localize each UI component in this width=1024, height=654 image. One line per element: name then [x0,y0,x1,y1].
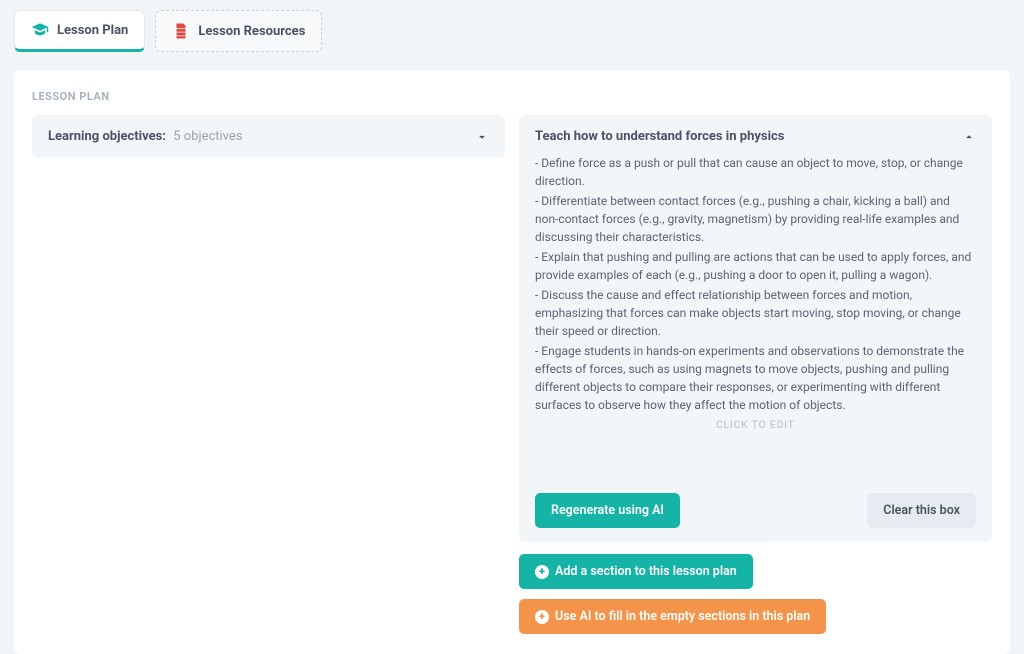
bullet-item: - Engage students in hands-on experiment… [535,342,976,414]
bullet-item: - Discuss the cause and effect relations… [535,286,976,340]
plus-circle-icon: + [535,610,549,624]
bullet-item: - Differentiate between contact forces (… [535,192,976,246]
learning-objectives-card: Learning objectives: 5 objectives [32,115,505,158]
add-section-button[interactable]: + Add a section to this lesson plan [519,554,753,589]
pages-icon [172,22,190,40]
ai-fill-button[interactable]: + Use AI to fill in the empty sections i… [519,599,826,634]
left-column: Learning objectives: 5 objectives [32,115,505,158]
card-title: Learning objectives: 5 objectives [48,129,243,144]
learning-objectives-header[interactable]: Learning objectives: 5 objectives [48,129,489,144]
button-label: Clear this box [883,503,960,518]
card-subtitle: 5 objectives [173,129,242,144]
bullet-item: - Explain that pushing and pulling are a… [535,248,976,284]
section-label: LESSON PLAN [32,90,992,103]
card-title-text: Learning objectives: [48,129,166,144]
columns: Learning objectives: 5 objectives Teach … [32,115,992,634]
chevron-up-icon [962,130,976,144]
forces-body[interactable]: - Define force as a push or pull that ca… [535,154,976,433]
right-column: Teach how to understand forces in physic… [519,115,992,634]
button-label: Add a section to this lesson plan [555,564,737,579]
button-label: Use AI to fill in the empty sections in … [555,609,810,624]
tab-label: Lesson Plan [57,23,128,38]
click-to-edit-label: CLICK TO EDIT [535,418,976,433]
tabs-bar: Lesson Plan Lesson Resources [0,0,1024,52]
footer-actions: + Add a section to this lesson plan + Us… [519,554,992,634]
lesson-plan-panel: LESSON PLAN Learning objectives: 5 objec… [14,70,1010,654]
graduation-cap-icon [31,21,49,39]
plus-circle-icon: + [535,565,549,579]
card-title: Teach how to understand forces in physic… [535,129,784,144]
clear-box-button[interactable]: Clear this box [867,493,976,528]
forces-header[interactable]: Teach how to understand forces in physic… [535,129,976,144]
bullet-item: - Define force as a push or pull that ca… [535,154,976,190]
card-actions: Regenerate using AI Clear this box [535,493,976,528]
regenerate-button[interactable]: Regenerate using AI [535,493,680,528]
forces-card: Teach how to understand forces in physic… [519,115,992,542]
tab-lesson-plan[interactable]: Lesson Plan [14,10,145,52]
chevron-down-icon [475,130,489,144]
tab-label: Lesson Resources [198,24,305,39]
button-label: Regenerate using AI [551,503,664,518]
tab-lesson-resources[interactable]: Lesson Resources [155,10,322,52]
